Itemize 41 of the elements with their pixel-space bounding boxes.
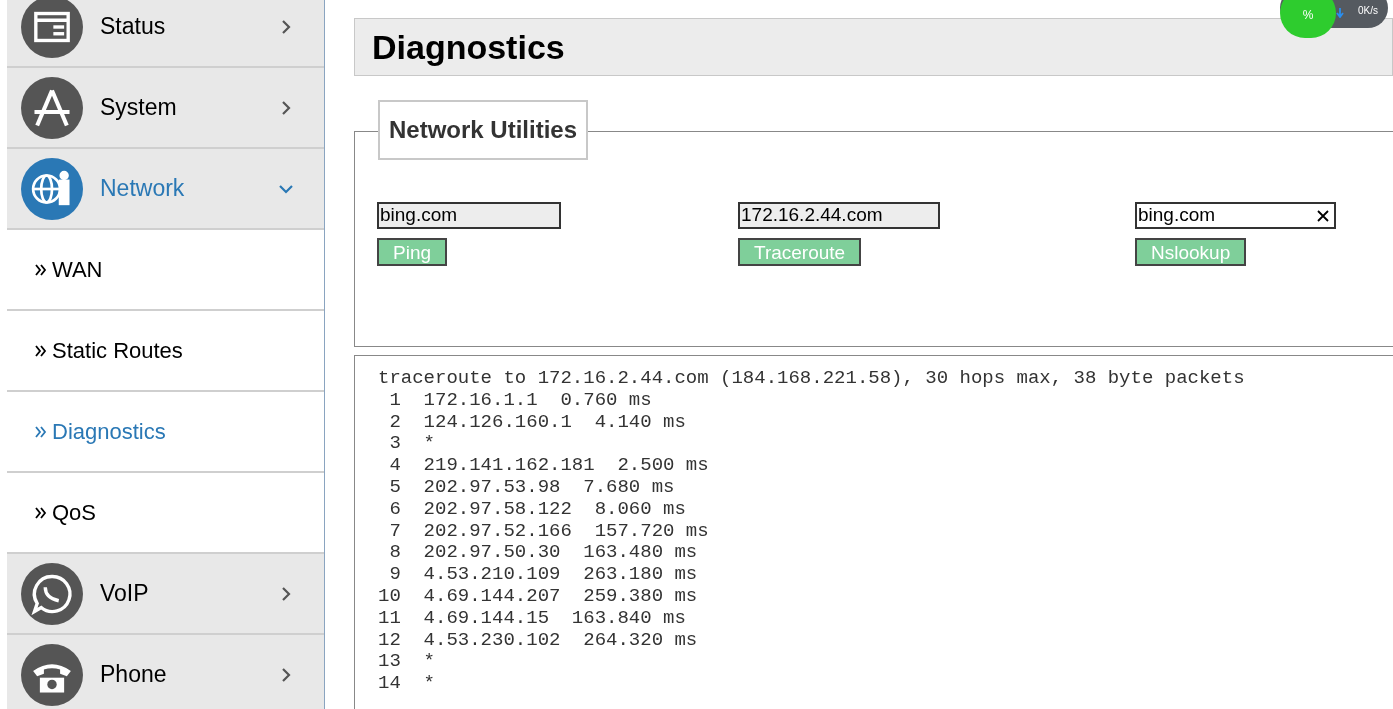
nav-item[interactable]: Network (7, 149, 324, 230)
double-chevron-icon (35, 263, 47, 276)
section-legend: Network Utilities (378, 100, 589, 160)
page-title: Diagnostics (354, 18, 1393, 76)
clear-icon[interactable] (1317, 209, 1329, 222)
output-line: 11 4.69.144.15 163.840 ms (378, 607, 686, 630)
nav-subitem-label: Diagnostics (52, 418, 166, 446)
double-chevron-icon (35, 506, 47, 519)
window-icon (21, 0, 83, 58)
output-line: 6 202.97.58.122 8.060 ms (388, 498, 686, 521)
nav-item[interactable]: Status (7, 0, 324, 68)
output-line: 1 172.16.1.1 0.760 ms (388, 389, 652, 412)
globe-person-icon (21, 157, 83, 220)
output-line: 13 * (378, 651, 435, 674)
output-line: 9 4.53.210.109 263.180 ms (388, 564, 698, 586)
output-line: 5 202.97.53.98 7.680 ms (388, 477, 675, 499)
output-line: traceroute to 172.16.2.44.com (184.168.221.58), 30 hops max, 38 byte packets (378, 368, 1245, 390)
cpu-usage-badge: % (1280, 0, 1336, 38)
nav-item[interactable]: System (7, 68, 324, 149)
double-chevron-icon (35, 425, 47, 438)
nav-item[interactable]: Phone (7, 635, 324, 709)
output-line: 14 * (378, 673, 435, 695)
host-input-field[interactable]: bing.com (1135, 202, 1336, 229)
output-line: 10 4.69.144.207 259.380 ms (378, 585, 698, 608)
output-line: 2 124.126.160.1 4.140 ms (388, 411, 686, 434)
nav-subitem-label: WAN (52, 256, 103, 284)
nav-subitem-label: Static Routes (52, 337, 183, 365)
output-line: 8 202.97.50.30 163.480 ms (388, 542, 698, 565)
output-line: 7 202.97.52.166 157.720 ms (388, 520, 709, 543)
telephone-icon (21, 643, 83, 706)
host-input-field[interactable]: 172.16.2.44.com (738, 202, 940, 229)
output-line: 3 * (388, 433, 435, 456)
compass-icon (21, 76, 83, 139)
host-input-field[interactable]: bing.com (377, 202, 561, 229)
arrow-down-icon (1336, 8, 1344, 18)
double-chevron-icon (35, 344, 47, 357)
chat-bubble-icon (21, 562, 83, 625)
output-line: 4 219.141.162.181 2.500 ms (388, 455, 709, 477)
nav-subitem-label: QoS (52, 499, 97, 527)
nav-item[interactable]: VoIP (7, 554, 324, 635)
output-line: 12 4.53.230.102 264.320 ms (378, 629, 698, 652)
